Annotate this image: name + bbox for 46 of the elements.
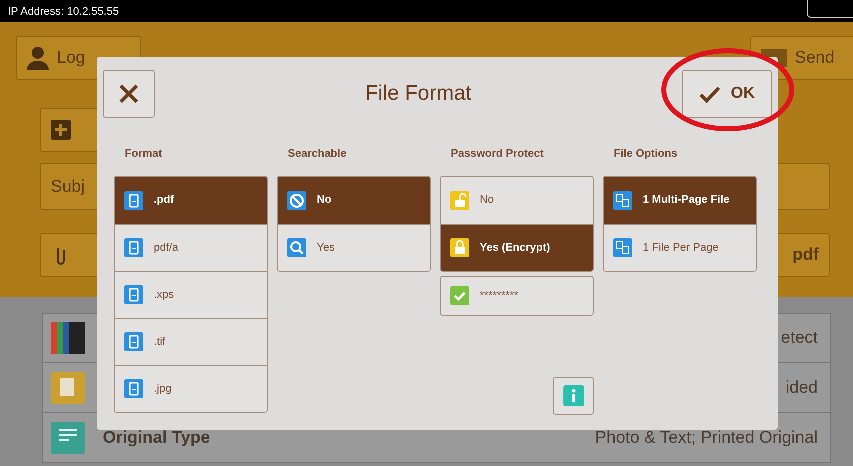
- option-item[interactable]: .jpg: [115, 365, 267, 412]
- pages-icon: [613, 190, 633, 210]
- document-icon: [124, 190, 144, 210]
- option-item[interactable]: Yes: [278, 224, 430, 271]
- document-icon: [124, 285, 144, 305]
- setting-value: etect: [781, 327, 818, 350]
- info-button[interactable]: [553, 377, 594, 415]
- option-item[interactable]: .pdf: [115, 177, 267, 224]
- page-icon: [51, 372, 85, 404]
- column-heading: Format: [125, 147, 164, 162]
- document-icon: [51, 422, 85, 454]
- setting-label: Original Type: [103, 426, 210, 449]
- option-item[interactable]: pdf/a: [115, 224, 267, 271]
- option-item[interactable]: No: [441, 177, 593, 224]
- status-button[interactable]: [807, 0, 853, 18]
- password-field[interactable]: *********: [440, 276, 594, 316]
- ok-button[interactable]: OK: [682, 70, 772, 118]
- document-icon: [124, 332, 144, 352]
- document-icon: [124, 379, 144, 399]
- info-icon: [562, 385, 584, 407]
- option-item[interactable]: 1 Multi-Page File: [604, 177, 756, 224]
- padlock-icon: [450, 238, 470, 258]
- checkmark-icon: [699, 84, 721, 104]
- unlocked-padlock-icon: [450, 190, 470, 210]
- setting-value: Photo & Text; Printed Original: [595, 426, 818, 449]
- pages-icon: [613, 238, 633, 258]
- column-heading: Searchable: [288, 147, 348, 162]
- checkmark-icon: [450, 286, 470, 306]
- option-item[interactable]: Yes (Encrypt): [441, 224, 593, 271]
- plus-icon: [51, 120, 71, 140]
- option-item[interactable]: .xps: [115, 271, 267, 318]
- person-icon: [27, 46, 49, 70]
- option-item[interactable]: 1 File Per Page: [604, 224, 756, 271]
- option-item[interactable]: .tif: [115, 318, 267, 365]
- close-icon: [118, 83, 140, 105]
- setting-value: ided: [786, 376, 818, 399]
- close-button[interactable]: [103, 70, 155, 118]
- color-bars-icon: [51, 322, 85, 354]
- dialog-title: File Format: [364, 81, 473, 108]
- option-item[interactable]: No: [278, 177, 430, 224]
- column-heading: Password Protect: [451, 147, 545, 162]
- document-icon: [124, 238, 144, 258]
- prohibited-icon: [287, 190, 307, 210]
- search-icon: [287, 238, 307, 258]
- column-heading: File Options: [614, 147, 679, 162]
- ip-address-text: IP Address: 10.2.55.55: [0, 0, 853, 22]
